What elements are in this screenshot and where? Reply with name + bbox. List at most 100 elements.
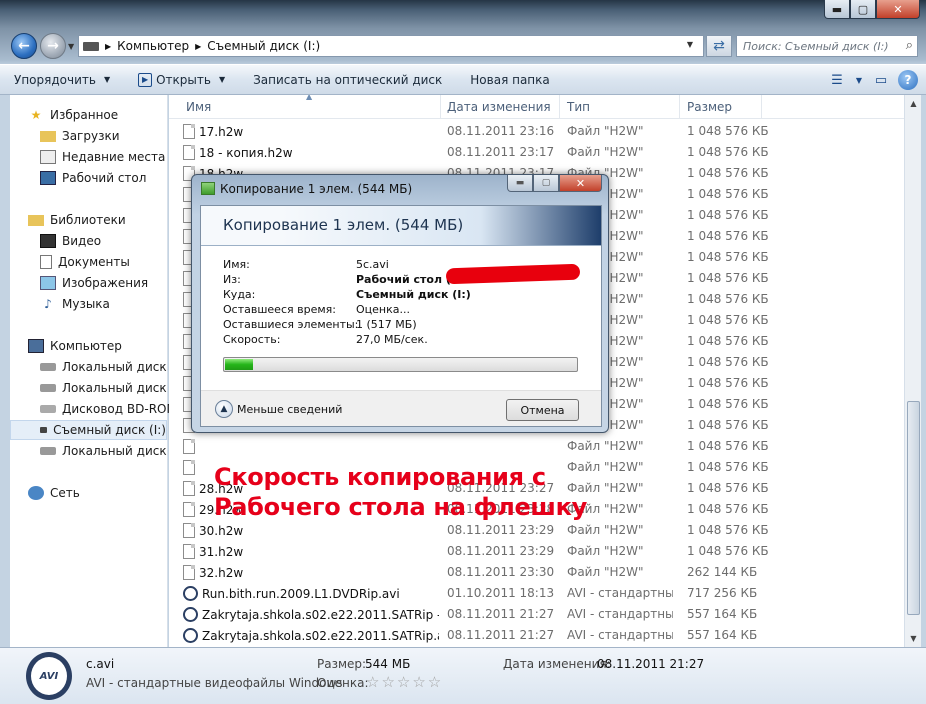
- sidebar-network[interactable]: Сеть: [28, 483, 80, 503]
- table-row[interactable]: 32.h2w 08.11.2011 23:30 Файл "H2W" 262 144 …: [169, 562, 904, 583]
- forward-button[interactable]: →: [40, 33, 66, 59]
- rating-stars-icon[interactable]: ☆☆☆☆☆: [366, 673, 443, 691]
- sidebar-item-recent[interactable]: Недавние места: [40, 147, 165, 167]
- sidebar-item-pictures[interactable]: Изображения: [40, 273, 148, 293]
- sidebar-item-removable-disk[interactable]: Съемный диск (I:): [10, 420, 167, 440]
- file-size: 1 048 576 КБ: [687, 334, 769, 348]
- breadcrumb-computer[interactable]: Компьютер: [117, 39, 189, 53]
- value-from[interactable]: Рабочий стол (C: [356, 273, 459, 286]
- file-date: 01.10.2011 18:13: [447, 586, 555, 600]
- minimize-button[interactable]: ▬: [824, 0, 850, 19]
- preview-pane-icon[interactable]: ▭: [870, 69, 892, 91]
- address-bar[interactable]: ▶ Компьютер ▶ Съемный диск (I:) ▼: [78, 35, 704, 57]
- less-details-label: Меньше сведений: [237, 402, 343, 416]
- new-folder-button[interactable]: Новая папка: [456, 65, 563, 94]
- file-size: 1 048 576 КБ: [687, 229, 769, 243]
- table-row[interactable]: Файл "H2W" 1 048 576 КБ: [169, 436, 904, 457]
- column-divider[interactable]: [559, 95, 560, 119]
- optical-drive-icon: [40, 405, 56, 413]
- chevron-down-icon[interactable]: ▼: [854, 69, 864, 91]
- file-type: Файл "H2W": [567, 544, 644, 558]
- navigation-pane: ★ Избранное Загрузки Недавние места Рабоч…: [10, 95, 184, 647]
- sidebar-favorites[interactable]: ★ Избранное: [28, 105, 119, 125]
- sidebar-computer[interactable]: Компьютер: [28, 336, 122, 356]
- sidebar-item-documents[interactable]: Документы: [40, 252, 130, 272]
- file-size: 1 048 576 КБ: [687, 271, 769, 285]
- copy-progress-bar: [223, 357, 578, 372]
- column-type[interactable]: Тип: [567, 100, 590, 114]
- back-button[interactable]: ←: [11, 33, 37, 59]
- sidebar-label: Изображения: [62, 276, 149, 290]
- maximize-button[interactable]: ▢: [850, 0, 876, 19]
- details-size-value: 544 МБ: [365, 657, 411, 671]
- column-name[interactable]: Имя: [186, 100, 211, 114]
- file-name: 18 - копия.h2w: [183, 145, 439, 160]
- column-divider[interactable]: [440, 95, 441, 119]
- value-to[interactable]: Съемный диск (I:): [356, 288, 471, 301]
- picture-icon: [40, 276, 56, 290]
- cancel-button[interactable]: Отмена: [506, 399, 579, 421]
- icon-text: AVI: [39, 670, 59, 682]
- sidebar-item-bd-rom[interactable]: Дисковод BD-ROM: [40, 399, 177, 419]
- sidebar-item-disk-z[interactable]: Локальный диск (Z: [40, 441, 183, 461]
- table-row[interactable]: Run.bith.run.2009.L1.DVDRip.avi 01.10.201…: [169, 583, 904, 604]
- file-name: [183, 439, 439, 454]
- file-size: 557 164 КБ: [687, 628, 758, 642]
- copy-dialog-footer: ▲ Меньше сведений Отмена: [201, 390, 601, 426]
- open-menu[interactable]: ▶ Открыть ▼: [124, 65, 239, 94]
- sidebar-item-desktop[interactable]: Рабочий стол: [40, 168, 146, 188]
- table-row[interactable]: Zakrytaja.shkola.s02.e22.2011.SATRip.avi…: [169, 625, 904, 646]
- label-name: Имя:: [223, 258, 250, 271]
- sidebar-item-music[interactable]: ♪ Музыка: [40, 294, 110, 314]
- organize-menu[interactable]: Упорядочить ▼: [0, 65, 124, 94]
- refresh-button[interactable]: ⇄: [706, 35, 732, 57]
- scroll-down-icon[interactable]: ▼: [905, 630, 922, 647]
- less-details-button[interactable]: ▲ Меньше сведений: [215, 400, 342, 418]
- sidebar-label: Документы: [58, 255, 130, 269]
- help-button[interactable]: ?: [898, 70, 918, 90]
- file-name-text: Zakrytaja.shkola.s02.e22.2011.SATRip - к…: [202, 607, 439, 622]
- file-size: 1 048 576 КБ: [687, 502, 769, 516]
- table-row[interactable]: Zakrytaja.shkola.s02.e22.2011.SATRip - к…: [169, 604, 904, 625]
- breadcrumb-removable-disk[interactable]: Съемный диск (I:): [207, 39, 320, 53]
- file-size: 1 048 576 КБ: [687, 208, 769, 222]
- column-date[interactable]: Дата изменения: [447, 100, 551, 114]
- sidebar-item-downloads[interactable]: Загрузки: [40, 126, 120, 146]
- view-icon[interactable]: ☰: [826, 69, 848, 91]
- table-row[interactable]: 31.h2w 08.11.2011 23:29 Файл "H2W" 1 048 57…: [169, 541, 904, 562]
- file-size: 557 164 КБ: [687, 607, 758, 621]
- address-dropdown-icon[interactable]: ▼: [687, 40, 693, 49]
- label-speed: Скорость:: [223, 333, 281, 346]
- organize-label: Упорядочить: [14, 72, 96, 87]
- label-to: Куда:: [223, 288, 256, 301]
- scroll-up-icon[interactable]: ▲: [905, 95, 922, 112]
- file-type: Файл "H2W": [567, 124, 644, 138]
- details-size-label: Размер:: [317, 657, 367, 671]
- close-button[interactable]: ✕: [876, 0, 920, 19]
- dialog-maximize-button[interactable]: ▢: [533, 175, 559, 192]
- history-dropdown[interactable]: ▼: [68, 42, 74, 51]
- table-row[interactable]: 18 - копия.h2w 08.11.2011 23:17 Файл "H2W"…: [169, 142, 904, 163]
- sidebar-item-disk-d[interactable]: Локальный диск (D: [40, 378, 184, 398]
- file-date: 08.11.2011 23:29: [447, 523, 555, 537]
- table-row[interactable]: 30.h2w 08.11.2011 23:29 Файл "H2W" 1 048 57…: [169, 520, 904, 541]
- column-divider[interactable]: [761, 95, 762, 119]
- scroll-thumb[interactable]: [907, 401, 920, 615]
- file-name-text: Run.bith.run.2009.L1.DVDRip.avi: [202, 586, 400, 601]
- file-size: 1 048 576 КБ: [687, 439, 769, 453]
- column-divider[interactable]: [679, 95, 680, 119]
- sidebar-item-disk-c[interactable]: Локальный диск (C: [40, 357, 183, 377]
- dialog-minimize-button[interactable]: ▬: [507, 175, 533, 192]
- sidebar-item-video[interactable]: Видео: [40, 231, 101, 251]
- vertical-scrollbar[interactable]: ▲ ▼: [904, 95, 921, 647]
- dialog-close-button[interactable]: ✕: [559, 175, 602, 192]
- file-name: 30.h2w: [183, 523, 439, 538]
- file-size: 717 256 КБ: [687, 586, 758, 600]
- search-input[interactable]: Поиск: Съемный диск (I:) ⌕: [736, 35, 918, 57]
- column-size[interactable]: Размер: [687, 100, 732, 114]
- file-icon: [183, 460, 195, 475]
- sidebar-libraries[interactable]: Библиотеки: [28, 210, 126, 230]
- burn-button[interactable]: Записать на оптический диск: [239, 65, 456, 94]
- avi-file-icon: [183, 628, 198, 643]
- table-row[interactable]: 17.h2w 08.11.2011 23:16 Файл "H2W" 1 048 57…: [169, 121, 904, 142]
